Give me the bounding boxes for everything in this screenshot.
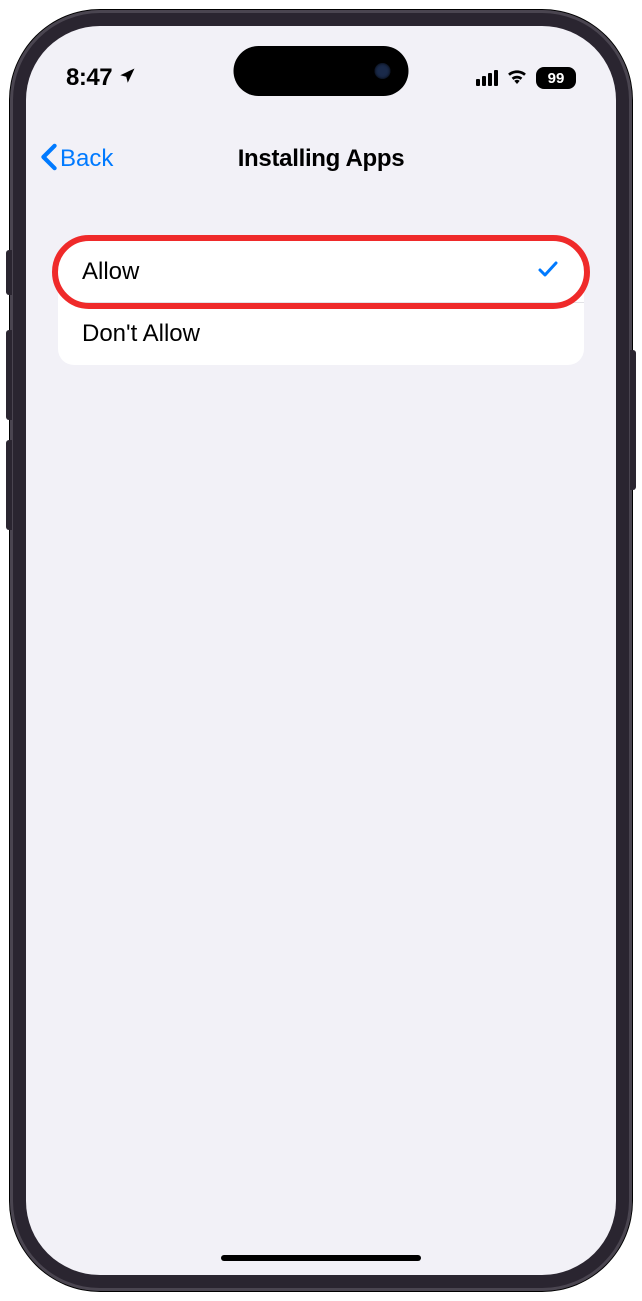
status-time: 8:47 xyxy=(66,64,112,92)
content-area: Allow Don't Allow xyxy=(58,241,584,365)
navigation-bar: Back Installing Apps xyxy=(26,131,616,187)
option-label: Allow xyxy=(82,258,139,286)
chevron-left-icon xyxy=(40,143,58,176)
status-left: 8:47 xyxy=(66,64,136,92)
wifi-icon xyxy=(506,68,528,89)
volume-up-button xyxy=(6,330,12,420)
home-indicator[interactable] xyxy=(221,1255,421,1261)
location-icon xyxy=(118,64,136,92)
battery-indicator: 99 xyxy=(536,67,576,89)
page-title: Installing Apps xyxy=(238,145,405,173)
phone-frame: 8:47 xyxy=(10,10,632,1291)
option-label: Don't Allow xyxy=(82,320,200,348)
volume-down-button xyxy=(6,440,12,530)
dynamic-island xyxy=(234,46,409,96)
option-allow[interactable]: Allow xyxy=(58,241,584,303)
checkmark-icon xyxy=(536,256,560,288)
back-label: Back xyxy=(60,145,113,173)
option-list: Allow Don't Allow xyxy=(58,241,584,365)
option-dont-allow[interactable]: Don't Allow xyxy=(58,303,584,365)
screen: 8:47 xyxy=(26,26,616,1275)
front-camera xyxy=(375,63,391,79)
power-button xyxy=(630,350,636,490)
cellular-signal-icon xyxy=(476,70,498,86)
silent-switch xyxy=(6,250,12,295)
battery-level: 99 xyxy=(548,70,565,87)
status-right: 99 xyxy=(476,67,576,89)
back-button[interactable]: Back xyxy=(40,143,113,176)
